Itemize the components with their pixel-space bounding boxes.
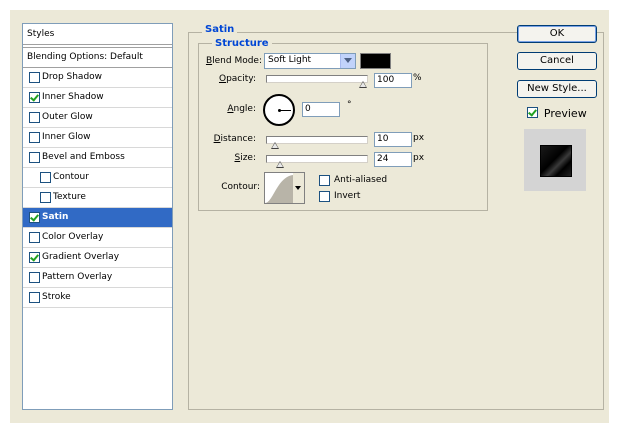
- invert-label: Invert: [334, 191, 361, 201]
- size-input[interactable]: 24: [374, 152, 412, 167]
- preview-swatch: [540, 145, 572, 177]
- distance-slider-thumb[interactable]: [270, 142, 279, 149]
- distance-input[interactable]: 10: [374, 132, 412, 147]
- style-item-label: Color Overlay: [42, 232, 104, 242]
- angle-unit: °: [347, 100, 352, 110]
- style-item-label: Pattern Overlay: [42, 272, 113, 282]
- style-item[interactable]: Stroke: [23, 288, 172, 308]
- style-item-checkbox[interactable]: [29, 292, 40, 303]
- size-label: Size:: [234, 153, 256, 163]
- style-item-label: Satin: [42, 212, 69, 222]
- style-item[interactable]: Outer Glow: [23, 108, 172, 128]
- style-item-checkbox[interactable]: [29, 152, 40, 163]
- style-item-label: Inner Shadow: [42, 92, 104, 102]
- style-item-checkbox[interactable]: [29, 72, 40, 83]
- style-item-checkbox[interactable]: [29, 112, 40, 123]
- style-item[interactable]: Inner Glow: [23, 128, 172, 148]
- distance-label: Distance:: [213, 134, 256, 144]
- opacity-unit: %: [413, 73, 422, 83]
- style-item[interactable]: Contour: [23, 168, 172, 188]
- structure-title: Structure: [212, 38, 272, 49]
- satin-title: Satin: [202, 24, 238, 35]
- blend-mode-value: Soft Light: [268, 55, 312, 65]
- anti-aliased-checkbox[interactable]: [319, 175, 330, 189]
- contour-label: Contour:: [221, 182, 260, 192]
- ok-button[interactable]: OK: [517, 25, 597, 43]
- anti-aliased-checkbox-box[interactable]: [319, 175, 330, 186]
- size-slider[interactable]: [266, 155, 368, 168]
- styles-list: Styles Blending Options: Default Drop Sh…: [22, 23, 173, 410]
- style-item[interactable]: Inner Shadow: [23, 88, 172, 108]
- blend-color-swatch[interactable]: [360, 53, 391, 69]
- blending-options-item[interactable]: Blending Options: Default: [23, 47, 172, 68]
- style-item[interactable]: Satin: [23, 208, 172, 228]
- anti-aliased-label: Anti-aliased: [334, 175, 388, 185]
- style-item-checkbox[interactable]: [29, 252, 40, 263]
- preview-label: Preview: [543, 107, 587, 120]
- opacity-slider-thumb[interactable]: [359, 81, 367, 88]
- blend-mode-select[interactable]: Soft Light: [264, 53, 356, 69]
- cancel-button[interactable]: Cancel: [517, 52, 597, 70]
- style-item-label: Outer Glow: [42, 112, 93, 122]
- contour-dropdown-button[interactable]: [293, 172, 305, 204]
- style-item-label: Drop Shadow: [42, 72, 103, 82]
- style-item[interactable]: Bevel and Emboss: [23, 148, 172, 168]
- style-item[interactable]: Drop Shadow: [23, 68, 172, 88]
- size-unit: px: [413, 153, 425, 163]
- angle-input[interactable]: 0: [302, 102, 340, 117]
- style-item-checkbox[interactable]: [29, 272, 40, 283]
- style-item[interactable]: Pattern Overlay: [23, 268, 172, 288]
- style-item-checkbox[interactable]: [40, 172, 51, 183]
- size-slider-thumb[interactable]: [276, 161, 285, 168]
- layer-style-dialog: Styles Blending Options: Default Drop Sh…: [10, 10, 609, 423]
- invert-checkbox-box[interactable]: [319, 191, 330, 202]
- style-item-checkbox[interactable]: [29, 132, 40, 143]
- contour-curve-icon: [265, 175, 293, 203]
- style-item-label: Texture: [53, 192, 86, 202]
- style-item-label: Gradient Overlay: [42, 252, 120, 262]
- angle-dial[interactable]: [263, 94, 295, 126]
- opacity-label: Opacity:: [218, 74, 256, 84]
- blend-mode-label-text: lend Mode:: [212, 56, 262, 66]
- style-item-checkbox[interactable]: [29, 232, 40, 243]
- style-item-checkbox[interactable]: [29, 92, 40, 103]
- style-item[interactable]: Color Overlay: [23, 228, 172, 248]
- distance-slider[interactable]: [266, 136, 368, 149]
- style-item-checkbox[interactable]: [40, 192, 51, 203]
- styles-header[interactable]: Styles: [23, 24, 172, 45]
- style-item-label: Stroke: [42, 292, 71, 302]
- style-item-label: Inner Glow: [42, 132, 91, 142]
- contour-preview[interactable]: [264, 172, 294, 204]
- blend-mode-label: Blend Mode:: [205, 56, 262, 66]
- style-item[interactable]: Texture: [23, 188, 172, 208]
- preview-checkbox[interactable]: Preview: [527, 107, 587, 121]
- opacity-input[interactable]: 100: [374, 73, 412, 88]
- preview-checkbox-box[interactable]: [527, 107, 538, 118]
- style-item-checkbox[interactable]: [29, 212, 40, 223]
- preview-thumbnail: [524, 129, 586, 191]
- invert-checkbox[interactable]: [319, 191, 330, 205]
- new-style-button[interactable]: New Style...: [517, 80, 597, 98]
- angle-label: Angle:: [227, 104, 256, 114]
- opacity-slider[interactable]: [266, 75, 368, 88]
- style-item[interactable]: Gradient Overlay: [23, 248, 172, 268]
- style-item-label: Contour: [53, 172, 89, 182]
- style-item-label: Bevel and Emboss: [42, 152, 125, 162]
- chevron-down-icon[interactable]: [340, 54, 355, 68]
- distance-unit: px: [413, 133, 425, 143]
